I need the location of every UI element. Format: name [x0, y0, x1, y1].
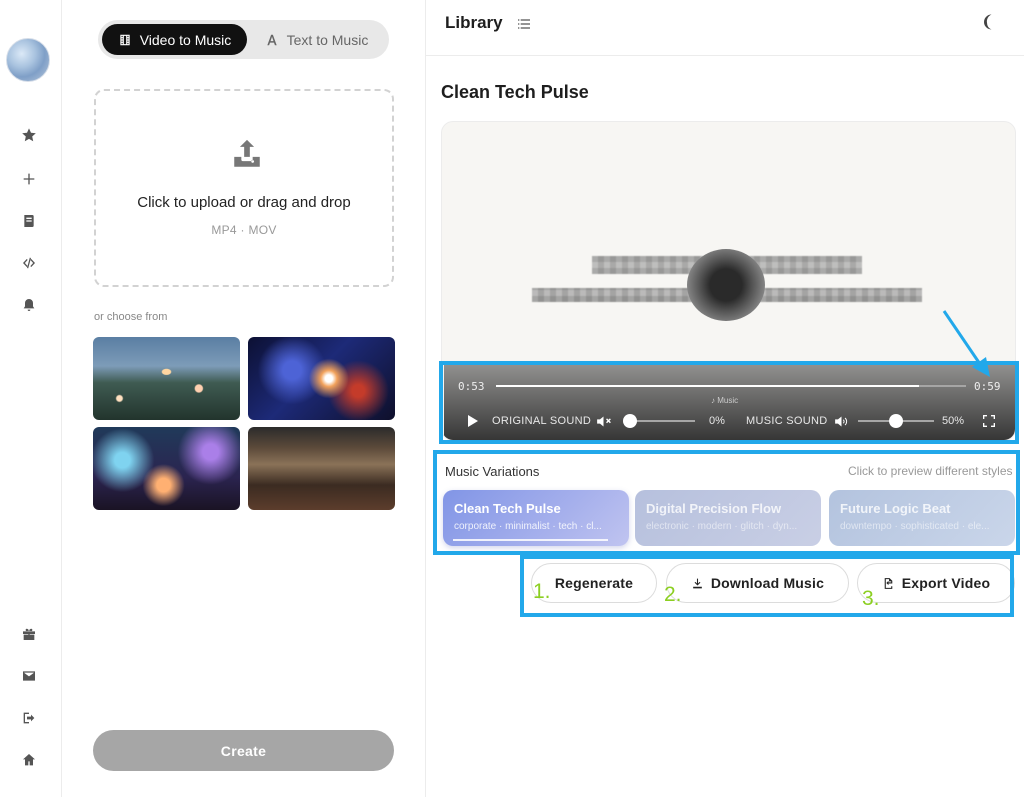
mode-toggle: Video to Music Text to Music [98, 20, 389, 59]
control-row: ORIGINAL SOUND 0% MUSIC SOUND 50% [444, 411, 1015, 431]
text-to-music-label: Text to Music [286, 31, 369, 48]
gift-icon[interactable] [18, 623, 40, 645]
moon-icon[interactable] [981, 13, 999, 31]
text-to-music-tab[interactable]: Text to Music [248, 24, 385, 55]
plus-icon[interactable] [18, 168, 40, 190]
app-root: Video to Music Text to Music Click to up… [0, 0, 1024, 797]
download-music-label: Download Music [710, 575, 825, 591]
variation-tags: corporate · minimalist · tech · cl... [454, 521, 602, 532]
library-panel: Library Clean Tech Pulse 0:53 0:59 ♪ Mus… [426, 0, 1024, 797]
seek-bar-fill [496, 385, 919, 387]
code-icon[interactable] [18, 252, 40, 274]
music-volume-slider[interactable] [858, 414, 934, 428]
mute-icon[interactable] [595, 413, 612, 430]
player-controls: 0:53 0:59 ♪ Music ORIGINAL SOUND 0% MUSI… [444, 365, 1015, 440]
original-volume-knob[interactable] [623, 414, 637, 428]
track-title: Clean Tech Pulse [441, 82, 589, 102]
sample-video-lanterns[interactable] [93, 337, 240, 420]
create-panel: Video to Music Text to Music Click to up… [62, 0, 426, 797]
variation-progress [453, 539, 608, 541]
variation-tags: electronic · modern · glitch · dyn... [646, 521, 798, 532]
sample-video-crystal-cave[interactable] [93, 427, 240, 510]
variations-hint: Click to preview different styles [848, 464, 1013, 478]
play-icon[interactable] [464, 413, 480, 429]
sample-video-galaxy[interactable] [248, 337, 395, 420]
download-icon [693, 578, 702, 588]
library-header: Library [426, 0, 1024, 56]
star-icon[interactable] [18, 124, 40, 146]
variation-card[interactable]: Future Logic Beat downtempo · sophistica… [829, 490, 1015, 546]
regenerate-label: Regenerate [554, 575, 634, 591]
icon-rail [0, 0, 62, 797]
choose-from-label: or choose from [94, 311, 168, 323]
current-time: 0:53 [458, 380, 485, 393]
variation-name: Clean Tech Pulse [454, 501, 561, 516]
original-volume-slider[interactable] [623, 414, 695, 428]
text-icon [266, 34, 277, 45]
upload-icon [230, 137, 264, 171]
export-video-label: Export Video [901, 575, 991, 591]
home-icon[interactable] [18, 749, 40, 771]
variation-tags: downtempo · sophisticated · ele... [840, 521, 990, 532]
upload-title: Click to upload or drag and drop [137, 194, 351, 211]
download-music-button[interactable]: Download Music [666, 563, 849, 603]
fullscreen-icon[interactable] [981, 413, 997, 429]
original-sound-label: ORIGINAL SOUND [492, 415, 592, 427]
create-button[interactable]: Create [93, 730, 394, 771]
bell-icon[interactable] [18, 294, 40, 316]
export-video-button[interactable]: Export Video [857, 563, 1015, 603]
original-volume-value: 0% [709, 415, 725, 427]
variation-name: Digital Precision Flow [646, 501, 782, 516]
variation-card[interactable]: Digital Precision Flow electronic · mode… [635, 490, 821, 546]
variation-name: Future Logic Beat [840, 501, 951, 516]
music-volume-knob[interactable] [889, 414, 903, 428]
sample-video-kitchen[interactable] [248, 427, 395, 510]
seek-bar[interactable] [496, 385, 966, 387]
volume-icon[interactable] [833, 413, 850, 430]
music-sound-label: MUSIC SOUND [746, 415, 828, 427]
video-player[interactable]: 0:53 0:59 ♪ Music ORIGINAL SOUND 0% MUSI… [441, 121, 1016, 441]
file-export-icon [884, 577, 893, 589]
video-to-music-label: Video to Music [139, 31, 232, 48]
upload-formats: MP4 · MOV [211, 223, 277, 237]
logout-icon[interactable] [18, 707, 40, 729]
avatar[interactable] [6, 38, 50, 82]
variation-card[interactable]: Clean Tech Pulse corporate · minimalist … [443, 490, 629, 546]
list-icon[interactable] [516, 16, 532, 32]
music-caption: ♪ Music [711, 396, 739, 405]
upload-dropzone[interactable]: Click to upload or drag and drop MP4 · M… [94, 89, 394, 287]
pixelated-logo-mark [687, 249, 765, 321]
total-time: 0:59 [974, 380, 1001, 393]
variations-title: Music Variations [445, 464, 540, 479]
book-icon[interactable] [18, 210, 40, 232]
mail-icon[interactable] [18, 665, 40, 687]
video-to-music-tab[interactable]: Video to Music [102, 24, 247, 55]
film-icon [120, 34, 130, 45]
regenerate-button[interactable]: Regenerate [531, 563, 657, 603]
library-title: Library [445, 13, 503, 32]
music-volume-value: 50% [942, 415, 965, 427]
